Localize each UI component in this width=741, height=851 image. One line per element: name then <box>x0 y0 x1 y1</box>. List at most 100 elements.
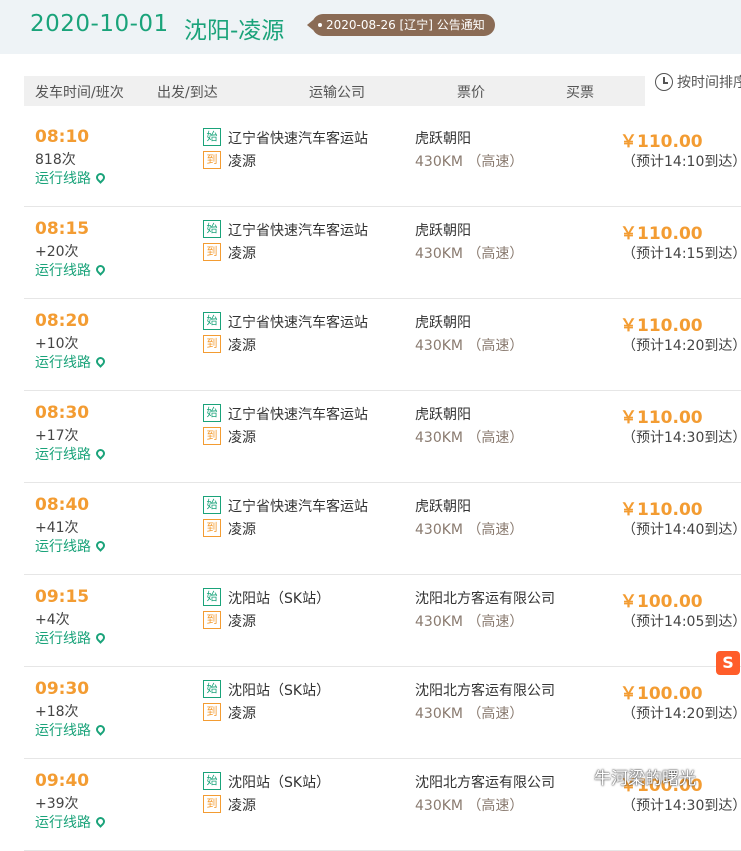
table-row: 09:15 +4次 运行线路 始 沈阳站（SK站） 到 凌源 沈阳北方客运有限公… <box>24 575 741 667</box>
route-line-label[interactable]: 运行线路 <box>35 447 91 463</box>
ticket-price[interactable]: ￥110.00 <box>620 127 703 152</box>
route-line-label[interactable]: 运行线路 <box>35 815 91 831</box>
sogou-badge-icon[interactable]: S <box>716 651 740 675</box>
start-tag: 始 <box>203 312 221 330</box>
bus-company: 虎跃朝阳 <box>415 223 471 239</box>
departure-station: 辽宁省快速汽车客运站 <box>228 315 368 331</box>
location-pin-icon <box>94 815 107 828</box>
departure-time: 09:15 <box>35 587 90 607</box>
departure-station: 沈阳站（SK站） <box>228 683 331 699</box>
arrival-station: 凌源 <box>228 338 256 354</box>
arrival-station: 凌源 <box>228 522 256 538</box>
clock-icon <box>655 73 673 91</box>
ticket-price[interactable]: ￥110.00 <box>620 219 703 244</box>
ticket-price[interactable]: ￥110.00 <box>620 495 703 520</box>
route-line-label[interactable]: 运行线路 <box>35 355 91 371</box>
route-line-link[interactable]: 运行线路 <box>35 444 107 464</box>
end-tag: 到 <box>203 335 221 353</box>
route-line-link[interactable]: 运行线路 <box>35 168 107 188</box>
ticket-price[interactable]: ￥100.00 <box>620 679 703 704</box>
header-time: 发车时间/班次 <box>35 85 124 101</box>
start-tag: 始 <box>203 496 221 514</box>
estimated-arrival: （预计14:10到达） <box>622 154 741 170</box>
watermark: 牛河梁的曙光 <box>572 764 696 789</box>
ticket-price[interactable]: ￥100.00 <box>620 587 703 612</box>
arrival-station: 凌源 <box>228 246 256 262</box>
end-tag: 到 <box>203 519 221 537</box>
bus-company: 虎跃朝阳 <box>415 131 471 147</box>
estimated-arrival: （预计14:05到达） <box>622 614 741 630</box>
estimated-arrival: （预计14:40到达） <box>622 522 741 538</box>
table-header: 发车时间/班次 出发/到达 运输公司 票价 买票 <box>24 76 645 106</box>
travel-date[interactable]: 2020-10-01 <box>30 11 169 37</box>
trip-number: +18次 <box>35 704 79 720</box>
route-line-link[interactable]: 运行线路 <box>35 628 107 648</box>
location-pin-icon <box>94 355 107 368</box>
route-line-label[interactable]: 运行线路 <box>35 539 91 555</box>
route-line-link[interactable]: 运行线路 <box>35 260 107 280</box>
start-tag: 始 <box>203 220 221 238</box>
sort-label: 按时间排序 <box>677 75 741 91</box>
departure-time: 08:30 <box>35 403 90 423</box>
estimated-arrival: （预计14:15到达） <box>622 246 741 262</box>
bus-company: 沈阳北方客运有限公司 <box>415 683 555 699</box>
wechat-icon <box>572 772 590 786</box>
estimated-arrival: （预计14:20到达） <box>622 706 741 722</box>
table-row: 08:30 +17次 运行线路 始 辽宁省快速汽车客运站 到 凌源 虎跃朝阳 4… <box>24 391 741 483</box>
departure-station: 辽宁省快速汽车客运站 <box>228 223 368 239</box>
route-line-link[interactable]: 运行线路 <box>35 812 107 832</box>
trip-number: +10次 <box>35 336 79 352</box>
sort-by-time-button[interactable]: 按时间排序 <box>655 72 741 94</box>
table-row: 09:30 +18次 运行线路 始 沈阳站（SK站） 到 凌源 沈阳北方客运有限… <box>24 667 741 759</box>
route-line-link[interactable]: 运行线路 <box>35 352 107 372</box>
location-pin-icon <box>94 171 107 184</box>
route-line-link[interactable]: 运行线路 <box>35 720 107 740</box>
route-line-label[interactable]: 运行线路 <box>35 723 91 739</box>
route-line-label[interactable]: 运行线路 <box>35 263 91 279</box>
distance: 430KM （高速） <box>415 798 524 814</box>
start-tag: 始 <box>203 772 221 790</box>
header-price: 票价 <box>457 85 485 101</box>
arrival-station: 凌源 <box>228 430 256 446</box>
end-tag: 到 <box>203 427 221 445</box>
arrival-station: 凌源 <box>228 154 256 170</box>
distance: 430KM （高速） <box>415 246 524 262</box>
ticket-price[interactable]: ￥110.00 <box>620 403 703 428</box>
end-tag: 到 <box>203 243 221 261</box>
table-row: 08:40 +41次 运行线路 始 辽宁省快速汽车客运站 到 凌源 虎跃朝阳 4… <box>24 483 741 575</box>
end-tag: 到 <box>203 611 221 629</box>
estimated-arrival: （预计14:20到达） <box>622 338 741 354</box>
departure-time: 08:20 <box>35 311 90 331</box>
start-tag: 始 <box>203 680 221 698</box>
route-line-link[interactable]: 运行线路 <box>35 536 107 556</box>
distance: 430KM （高速） <box>415 522 524 538</box>
route-line-label[interactable]: 运行线路 <box>35 171 91 187</box>
route-line-label[interactable]: 运行线路 <box>35 631 91 647</box>
departure-station: 沈阳站（SK站） <box>228 775 331 791</box>
estimated-arrival: （预计14:30到达） <box>622 430 741 446</box>
notice-badge[interactable]: 2020-08-26 [辽宁] 公告通知 <box>307 14 495 36</box>
trip-number: +20次 <box>35 244 79 260</box>
ticket-price[interactable]: ￥110.00 <box>620 311 703 336</box>
location-pin-icon <box>94 723 107 736</box>
departure-time: 08:10 <box>35 127 90 147</box>
location-pin-icon <box>94 263 107 276</box>
schedule-list: 08:10 818次 运行线路 始 辽宁省快速汽车客运站 到 凌源 虎跃朝阳 4… <box>24 115 741 851</box>
notice-text[interactable]: 2020-08-26 [辽宁] 公告通知 <box>326 18 485 32</box>
trip-number: 818次 <box>35 152 76 168</box>
distance: 430KM （高速） <box>415 154 524 170</box>
distance: 430KM （高速） <box>415 430 524 446</box>
departure-station: 辽宁省快速汽车客运站 <box>228 131 368 147</box>
bus-company: 沈阳北方客运有限公司 <box>415 591 555 607</box>
end-tag: 到 <box>203 795 221 813</box>
departure-station: 辽宁省快速汽车客运站 <box>228 407 368 423</box>
departure-time: 09:40 <box>35 771 90 791</box>
arrival-station: 凌源 <box>228 614 256 630</box>
distance: 430KM （高速） <box>415 706 524 722</box>
distance: 430KM （高速） <box>415 338 524 354</box>
trip-number: +41次 <box>35 520 79 536</box>
bus-company: 沈阳北方客运有限公司 <box>415 775 555 791</box>
arrival-station: 凌源 <box>228 798 256 814</box>
header-company: 运输公司 <box>309 85 365 101</box>
departure-time: 08:40 <box>35 495 90 515</box>
